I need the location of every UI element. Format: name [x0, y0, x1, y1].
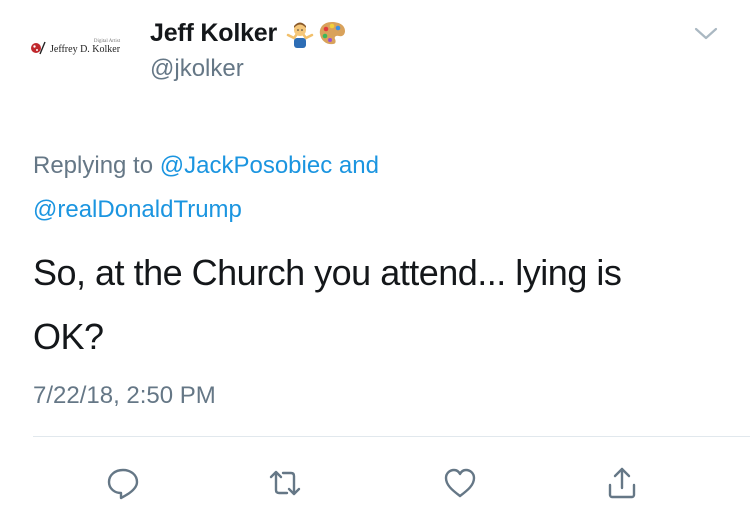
display-name-row: Jeff Kolker [150, 16, 347, 50]
replying-to-prefix: Replying to [33, 152, 154, 179]
retweet-button[interactable] [264, 462, 306, 504]
tweet-text-line-1: So, at the Church you attend... lying is [33, 252, 622, 293]
display-name[interactable]: Jeff Kolker [150, 19, 277, 48]
replying-to: Replying to @JackPosobiec and [33, 152, 379, 180]
tweet-timestamp[interactable]: 7/22/18, 2:50 PM [33, 382, 216, 410]
reply-icon [107, 468, 139, 500]
like-button[interactable] [439, 462, 481, 504]
like-icon [444, 468, 476, 498]
share-icon [608, 467, 636, 499]
artist-palette-emoji [319, 22, 346, 45]
chevron-down-icon[interactable] [693, 24, 719, 42]
avatar-name: Jeffrey D. Kolker [50, 44, 121, 55]
mention-link-jackposobiec[interactable]: @JackPosobiec [160, 152, 332, 179]
divider [33, 436, 750, 437]
user-handle[interactable]: @jkolker [150, 55, 244, 83]
tweet-text-line-2: OK? [33, 316, 104, 357]
replying-to-conjunction: and [338, 152, 379, 179]
mention-link-realdonaldtrump[interactable]: @realDonaldTrump [33, 196, 242, 223]
person-shrugging-emoji [286, 22, 314, 48]
avatar[interactable]: Digital Artist Jeffrey D. Kolker [30, 22, 136, 72]
avatar-text: Digital Artist Jeffrey D. Kolker [50, 39, 120, 55]
artist-logo-icon [31, 41, 46, 55]
replying-to-second-line: @realDonaldTrump [33, 196, 242, 224]
share-button[interactable] [601, 462, 643, 504]
reply-button[interactable] [102, 462, 144, 504]
retweet-icon [269, 470, 301, 496]
